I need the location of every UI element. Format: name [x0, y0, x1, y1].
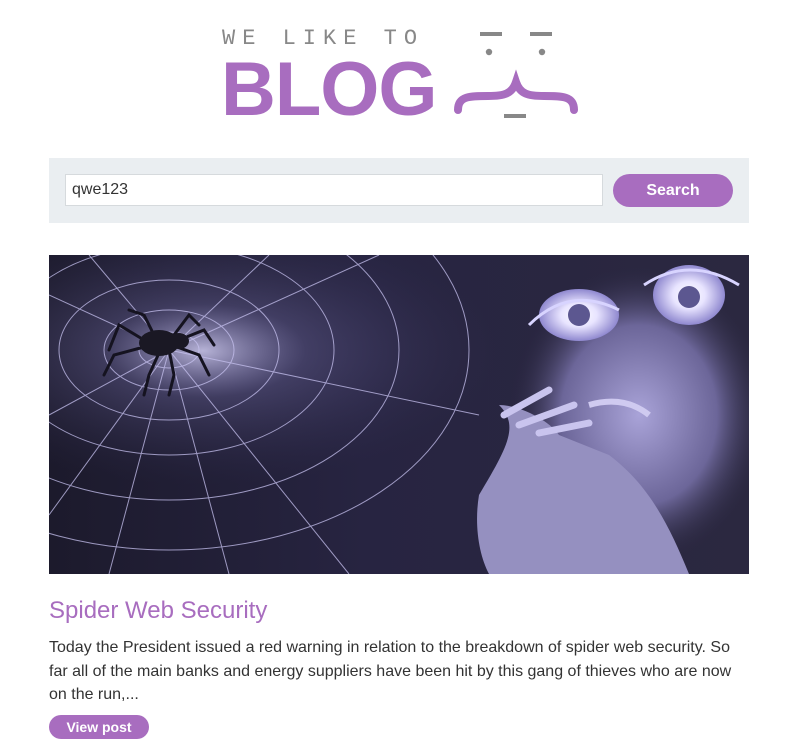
post-image[interactable] [49, 255, 749, 574]
site-logo[interactable]: WE LIKE TO BLOG [221, 26, 582, 132]
search-button[interactable]: Search [613, 174, 733, 207]
post-title[interactable]: Spider Web Security [49, 596, 267, 626]
search-input[interactable] [65, 174, 603, 206]
logo-face-icon [454, 32, 578, 118]
post-summary: Today the President issued a red warning… [49, 639, 732, 703]
search-bar: Search [49, 158, 749, 223]
view-post-button[interactable]: View post [49, 715, 149, 739]
logo-wordmark: BLOG [221, 47, 438, 132]
